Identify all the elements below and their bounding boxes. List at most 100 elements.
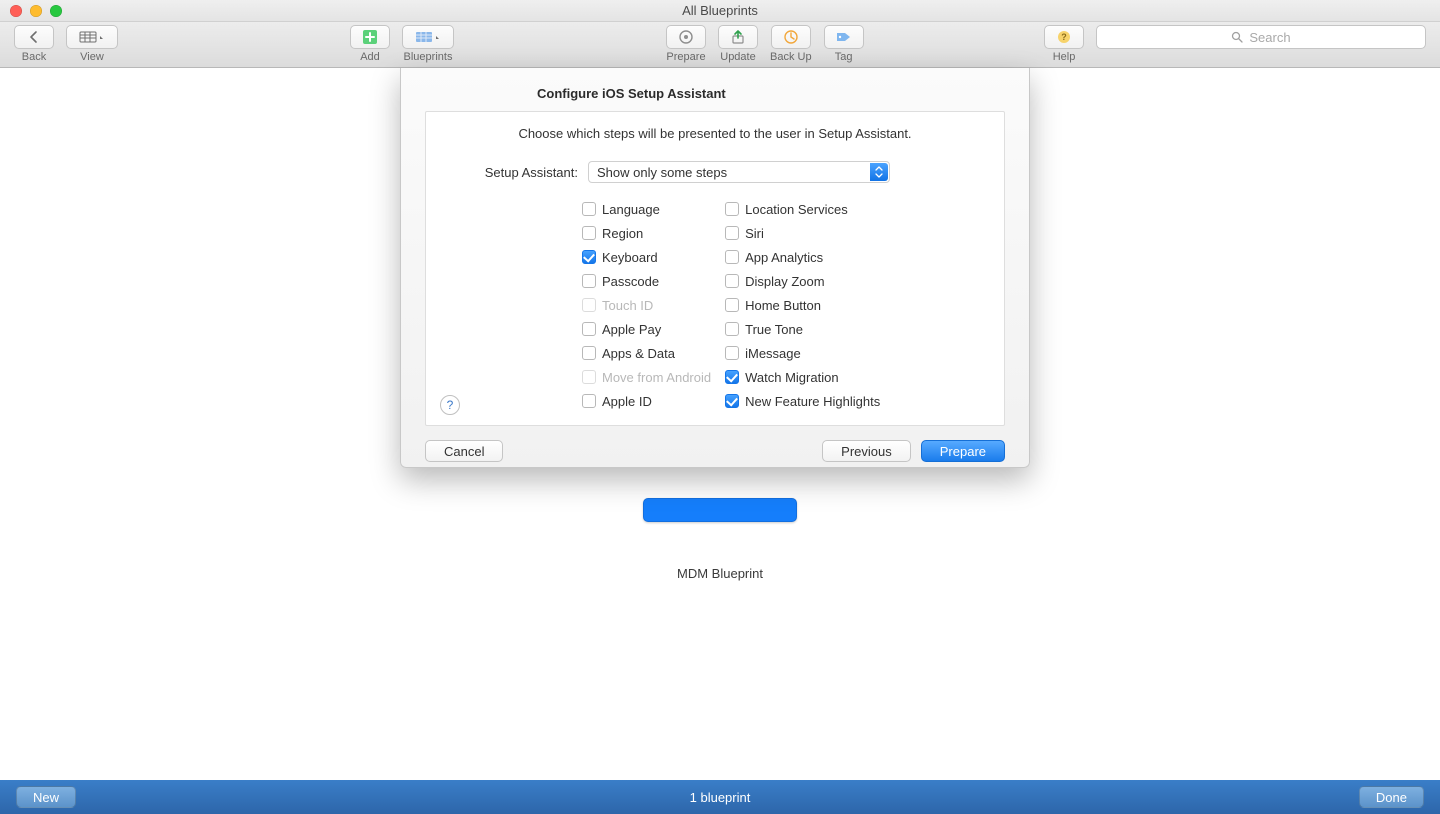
checkbox [582,298,596,312]
checkbox-label: Siri [745,226,764,241]
checkbox[interactable] [582,274,596,288]
setup-assistant-sheet: Configure iOS Setup Assistant Choose whi… [400,68,1030,468]
checkbox-label: iMessage [745,346,801,361]
setup-assistant-label: Setup Assistant: [468,165,578,180]
checkbox[interactable] [725,250,739,264]
add-label: Add [360,51,380,63]
checkbox-label: Apple Pay [602,322,661,337]
help-button[interactable]: ? [1044,25,1084,49]
titlebar: All Blueprints [0,0,1440,22]
checkbox [582,370,596,384]
checkbox-label: New Feature Highlights [745,394,880,409]
checkbox-row[interactable]: Home Button [725,295,880,315]
checkbox-row[interactable]: Apple ID [582,391,711,411]
checkbox[interactable] [582,322,596,336]
checkbox[interactable] [725,346,739,360]
checkbox[interactable] [725,370,739,384]
window-controls [0,5,62,17]
checkbox[interactable] [725,226,739,240]
prepare-submit-button[interactable]: Prepare [921,440,1005,462]
search-placeholder: Search [1249,30,1290,45]
checkbox-label: Touch ID [602,298,653,313]
checkbox[interactable] [582,394,596,408]
add-button[interactable] [350,25,390,49]
checkbox-row[interactable]: Watch Migration [725,367,880,387]
checkbox-label: Location Services [745,202,848,217]
setup-assistant-popup[interactable]: Show only some steps [588,161,890,183]
update-button[interactable] [718,25,758,49]
tag-label: Tag [835,51,853,63]
back-button[interactable] [14,25,54,49]
zoom-window-button[interactable] [50,5,62,17]
checkbox-label: Move from Android [602,370,711,385]
backup-button[interactable] [771,25,811,49]
update-label: Update [720,51,755,63]
checkbox-row[interactable]: App Analytics [725,247,880,267]
checkbox[interactable] [725,394,739,408]
setup-assistant-value: Show only some steps [597,165,727,180]
blueprint-selected-button[interactable] [643,498,797,522]
checkbox-row[interactable]: Location Services [725,199,880,219]
close-window-button[interactable] [10,5,22,17]
checkbox-label: Passcode [602,274,659,289]
checkbox-row: Move from Android [582,367,711,387]
checkbox[interactable] [725,298,739,312]
checkbox-label: Keyboard [602,250,658,265]
prepare-button[interactable] [666,25,706,49]
chevrons-icon [870,163,888,181]
window-title: All Blueprints [0,3,1440,18]
help-label: Help [1053,51,1076,63]
blueprints-label: Blueprints [404,51,453,63]
svg-text:?: ? [1061,32,1067,42]
checkbox-row[interactable]: Apps & Data [582,343,711,363]
bottom-bar: New 1 blueprint Done [0,780,1440,814]
checkbox-label: Region [602,226,643,241]
checkbox-row[interactable]: Language [582,199,711,219]
previous-button[interactable]: Previous [822,440,911,462]
help-icon[interactable]: ? [440,395,460,415]
checkbox-label: Language [602,202,660,217]
checkbox-column-1: Language Region Keyboard Passcode Touch ID Ap… [582,199,711,411]
view-label: View [80,51,104,63]
checkbox-row[interactable]: New Feature Highlights [725,391,880,411]
minimize-window-button[interactable] [30,5,42,17]
checkbox-row[interactable]: Display Zoom [725,271,880,291]
checkbox[interactable] [725,274,739,288]
checkbox-row[interactable]: Keyboard [582,247,711,267]
checkbox-row[interactable]: iMessage [725,343,880,363]
checkbox[interactable] [582,250,596,264]
checkbox-column-2: Location Services Siri App Analytics Displa… [725,199,880,411]
checkbox-label: True Tone [745,322,803,337]
checkbox-label: Apple ID [602,394,652,409]
checkbox-label: Apps & Data [602,346,675,361]
blueprint-label: MDM Blueprint [620,566,820,581]
back-label: Back [22,51,46,63]
prepare-label: Prepare [666,51,705,63]
search-icon [1231,31,1243,43]
new-button[interactable]: New [16,786,76,808]
content-area: MDM Blueprint Configure iOS Setup Assist… [0,68,1440,780]
checkbox[interactable] [725,202,739,216]
toolbar: Back View Add Blueprints [0,22,1440,68]
done-button[interactable]: Done [1359,786,1424,808]
blueprints-button[interactable] [402,25,454,49]
tag-button[interactable] [824,25,864,49]
checkbox[interactable] [582,346,596,360]
checkbox[interactable] [582,226,596,240]
sheet-title: Configure iOS Setup Assistant [425,86,1005,101]
checkbox[interactable] [582,202,596,216]
checkbox-label: Home Button [745,298,821,313]
view-button[interactable] [66,25,118,49]
checkbox-row[interactable]: True Tone [725,319,880,339]
cancel-button[interactable]: Cancel [425,440,503,462]
checkbox-row[interactable]: Passcode [582,271,711,291]
sheet-panel: Choose which steps will be presented to … [425,111,1005,426]
search-input[interactable]: Search [1096,25,1426,49]
checkbox[interactable] [725,322,739,336]
backup-label: Back Up [770,51,812,63]
checkbox-row[interactable]: Apple Pay [582,319,711,339]
sheet-instruction: Choose which steps will be presented to … [444,126,986,141]
checkbox-row[interactable]: Siri [725,223,880,243]
checkbox-row[interactable]: Region [582,223,711,243]
checkbox-label: Watch Migration [745,370,838,385]
